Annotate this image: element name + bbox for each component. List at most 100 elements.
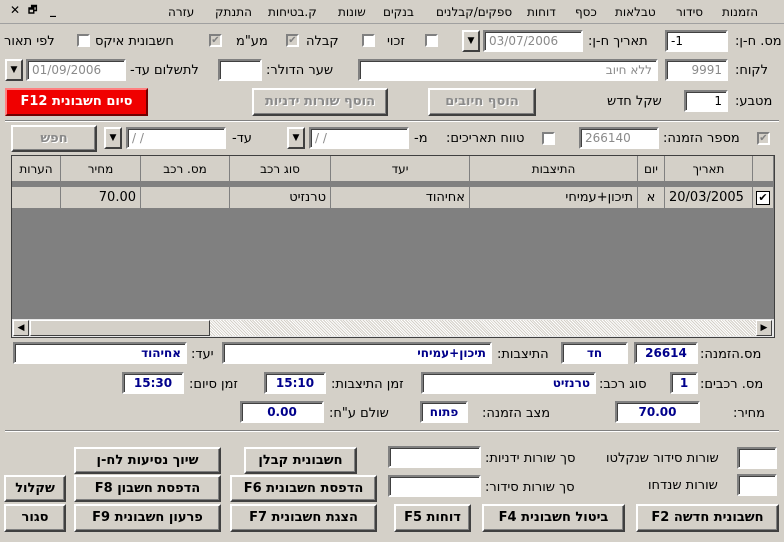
horizontal-scrollbar[interactable]: ◀ ▶ xyxy=(12,319,774,337)
detail-vehicle-type-label: סוג רכב: xyxy=(599,377,647,392)
shekel-button[interactable]: שקלול xyxy=(4,475,66,502)
detail-vehicle-type-field: טרנזיט xyxy=(421,372,596,394)
row-select-checkbox[interactable]: ✔ xyxy=(756,191,770,205)
export-label: חשבונית איקס xyxy=(95,34,174,49)
deleted-rows-field xyxy=(737,474,777,496)
grid-header-meeting[interactable]: התיצבות xyxy=(470,156,638,182)
menu-arrangement[interactable]: סידור xyxy=(676,5,703,19)
detail-meeting-time-field: 15:10 xyxy=(264,372,326,394)
to-label: עד- xyxy=(232,131,252,146)
cancel-invoice-button[interactable]: ביטול חשבונית F4 xyxy=(482,504,625,532)
detail-meeting-field: תיכון+עמיחי xyxy=(222,342,492,364)
cell-date[interactable]: 20/03/2005 xyxy=(665,187,753,209)
close-icon[interactable]: ✕ xyxy=(10,3,20,17)
reports-button[interactable]: דוחות F5 xyxy=(394,504,471,532)
restore-icon[interactable]: 🗗 xyxy=(28,3,37,20)
invoice-date-field[interactable]: 03/07/2006 xyxy=(483,30,583,52)
grid-header-vehicle-type[interactable]: סוג רכב xyxy=(230,156,331,182)
separator xyxy=(5,430,779,432)
customer-name-field[interactable]: ללא חיוב xyxy=(358,59,658,81)
close-button[interactable]: סגור xyxy=(4,504,66,532)
menu-money[interactable]: כסף xyxy=(575,5,597,19)
row-select-cell[interactable]: ✔ xyxy=(753,187,774,209)
menu-reports[interactable]: דוחות xyxy=(527,5,556,19)
cell-price[interactable]: 70.00 xyxy=(61,187,141,209)
assign-trips-button[interactable]: שיוך נסיעות לח-ן xyxy=(74,447,221,474)
grid-header-destination[interactable]: יעד xyxy=(331,156,470,182)
invoice-no-field[interactable]: -1 xyxy=(665,30,728,52)
vat-checkbox[interactable]: ✔ xyxy=(286,34,299,47)
credit-label: זכוי xyxy=(387,34,405,49)
cell-vehicle-no[interactable] xyxy=(141,187,230,209)
pay-until-field[interactable]: 01/09/2006 xyxy=(26,59,126,81)
to-date-dropdown[interactable]: ▼ xyxy=(104,127,122,149)
menubar: ✕ 🗗 _ הזמנות סידור טבלאות כסף דוחות ספקי… xyxy=(0,0,784,24)
orders-grid[interactable]: תאריך יום התיצבות יעד סוג רכב מס. רכב מח… xyxy=(11,155,775,338)
contractor-invoice-button[interactable]: חשבונית קבלן xyxy=(244,447,357,474)
cell-day[interactable]: א xyxy=(638,187,665,209)
pay-until-dropdown[interactable]: ▼ xyxy=(5,59,23,81)
detail-paid-field: 0.00 xyxy=(240,401,324,423)
chevron-down-icon: ▼ xyxy=(292,133,300,143)
by-desc-checkbox[interactable] xyxy=(77,34,90,47)
from-date-dropdown[interactable]: ▼ xyxy=(287,127,305,149)
grid-header-price[interactable]: מחיר xyxy=(61,156,141,182)
print-invoice-button[interactable]: הדפסת חשבונית F6 xyxy=(230,475,377,502)
grid-header-notes[interactable]: הערות xyxy=(12,156,61,182)
scroll-thumb[interactable] xyxy=(30,320,210,336)
menu-tables[interactable]: טבלאות xyxy=(615,5,656,19)
captured-rows-field xyxy=(737,447,777,469)
add-manual-rows-button[interactable]: הוסף שורות ידניות xyxy=(252,88,388,116)
scroll-left-icon[interactable]: ◀ xyxy=(13,320,29,336)
print-account-button[interactable]: הדפסת חשבון F8 xyxy=(74,475,221,502)
dollar-rate-field[interactable] xyxy=(218,59,262,81)
finish-invoice-button[interactable]: סיום חשבונית F12 xyxy=(5,88,148,116)
scroll-track[interactable] xyxy=(210,320,756,336)
menu-misc[interactable]: שונות xyxy=(338,5,366,19)
menu-logout[interactable]: התנתק xyxy=(215,5,252,19)
detail-order-label: מס.הזמנה: xyxy=(700,347,762,362)
to-date-field[interactable]: / / xyxy=(126,127,226,149)
menu-help[interactable]: עזרה xyxy=(168,5,194,19)
redeem-invoice-button[interactable]: פרעון חשבונית F9 xyxy=(74,504,221,532)
invoice-date-dropdown[interactable]: ▼ xyxy=(462,30,480,52)
captured-rows-label: שורות סידור שנקלטו xyxy=(606,451,719,466)
checkmark-icon: ✔ xyxy=(759,133,768,144)
detail-paid-label: שולם ע"ח: xyxy=(329,406,389,421)
menu-safety[interactable]: ק.בטיחות xyxy=(268,5,317,19)
receipt-checkbox[interactable] xyxy=(362,34,375,47)
detail-trip-kind-field: חד xyxy=(561,342,628,364)
chevron-down-icon: ▼ xyxy=(10,65,18,75)
minimize-icon[interactable]: _ xyxy=(50,3,56,17)
manual-rows-field xyxy=(388,446,481,468)
grid-header-vehicle-no[interactable]: מס. רכב xyxy=(141,156,230,182)
show-invoice-button[interactable]: הצגת חשבונית F7 xyxy=(230,504,377,532)
grid-header-day[interactable]: יום xyxy=(638,156,665,182)
detail-vehicles-field: 1 xyxy=(670,372,698,394)
menu-suppliers[interactable]: ספקים/קבלנים xyxy=(436,5,512,19)
order-no-field[interactable]: 266140 xyxy=(579,127,659,149)
credit-checkbox[interactable] xyxy=(425,34,438,47)
add-charges-button[interactable]: הוסף חיובים xyxy=(428,88,536,116)
detail-status-field: פתוח xyxy=(420,401,468,423)
cell-vehicle-type[interactable]: טרנזיט xyxy=(230,187,331,209)
detail-status-label: מצב הזמנה: xyxy=(482,406,551,421)
order-rows-label: סך שורות סידור: xyxy=(485,480,575,495)
cell-meeting[interactable]: תיכון+עמיחי xyxy=(470,187,638,209)
from-date-field[interactable]: / / xyxy=(309,127,409,149)
currency-code-field[interactable]: 1 xyxy=(684,90,728,112)
menu-banks[interactable]: בנקים xyxy=(383,5,414,19)
cell-destination[interactable]: אחיהוד xyxy=(331,187,470,209)
menu-orders[interactable]: הזמנות xyxy=(722,5,758,19)
date-range-checkbox[interactable] xyxy=(542,132,555,145)
grid-header-date[interactable]: תאריך xyxy=(665,156,753,182)
order-no-filter-checkbox[interactable]: ✔ xyxy=(757,132,770,145)
invoice-date-label: תאריך ח-ן: xyxy=(588,34,648,49)
new-invoice-button[interactable]: חשבונית חדשה F2 xyxy=(636,504,779,532)
scroll-right-icon[interactable]: ▶ xyxy=(756,320,772,336)
cell-notes[interactable] xyxy=(12,187,61,209)
grid-header-select xyxy=(753,156,774,182)
customer-code-field[interactable]: 9991 xyxy=(665,59,728,81)
export-checkbox[interactable]: ✔ xyxy=(209,34,222,47)
search-button[interactable]: חפש xyxy=(11,125,97,152)
